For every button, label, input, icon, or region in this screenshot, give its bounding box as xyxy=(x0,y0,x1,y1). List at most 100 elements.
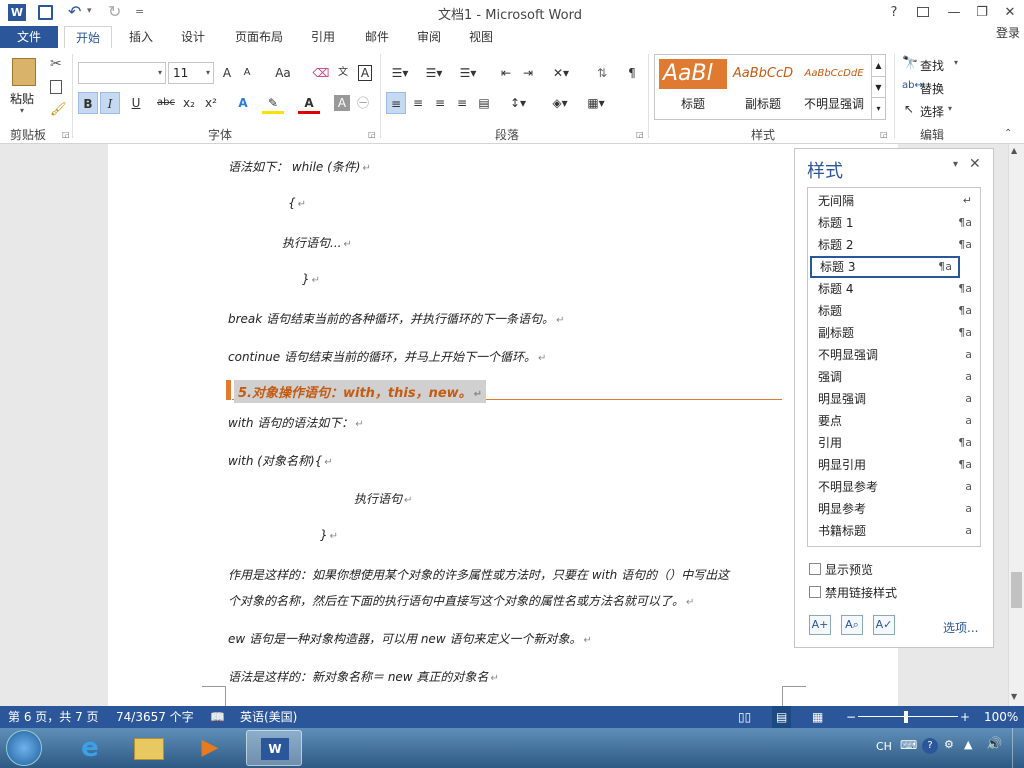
style-inspector-icon[interactable]: A⌕ xyxy=(841,615,863,635)
style-item[interactable]: 无间隔 ↵ xyxy=(810,190,978,212)
paste-dropdown-icon[interactable]: ▾ xyxy=(20,106,24,115)
scroll-down-icon[interactable]: ▼ xyxy=(1011,692,1017,701)
gallery-more-icon[interactable]: ▾ xyxy=(871,97,885,119)
style-item[interactable]: 副标题 ¶a xyxy=(810,322,978,344)
zoom-out-button[interactable]: − xyxy=(846,706,856,728)
bullets-icon[interactable]: ☰▾ xyxy=(386,62,414,84)
style-item[interactable]: 明显参考 a xyxy=(810,498,978,520)
help-button[interactable]: ? xyxy=(884,3,904,23)
media-player-taskbar-icon[interactable]: ▶ xyxy=(182,730,238,766)
font-launcher-icon[interactable]: ◲ xyxy=(368,130,376,139)
zoom-in-button[interactable]: + xyxy=(960,706,970,728)
style-item[interactable]: 标题 1 ¶a xyxy=(810,212,978,234)
word-count[interactable]: 74/3657 个字 xyxy=(116,706,194,728)
style-item[interactable]: 要点 a xyxy=(810,410,978,432)
start-button-icon[interactable] xyxy=(6,730,42,766)
select-dropdown-icon[interactable]: ▾ xyxy=(948,104,952,113)
style-gallery-item-title[interactable]: AaBl 标题 xyxy=(659,59,727,115)
styles-launcher-icon[interactable]: ◲ xyxy=(880,130,888,139)
style-item[interactable]: 标题 ¶a xyxy=(810,300,978,322)
tab-design[interactable]: 设计 xyxy=(172,26,214,48)
style-item[interactable]: 不明显参考 a xyxy=(810,476,978,498)
select-button[interactable]: 选择 xyxy=(920,103,944,120)
style-item-selected[interactable]: 标题 3 ¶a xyxy=(810,256,960,278)
save-icon[interactable] xyxy=(38,5,53,20)
tray-settings-icon[interactable]: ⚙ xyxy=(944,738,954,751)
word-taskbar-icon[interactable]: W xyxy=(246,730,302,766)
pane-menu-icon[interactable]: ▾ xyxy=(953,159,958,170)
volume-icon[interactable]: 🔊 xyxy=(986,737,1002,752)
scroll-thumb[interactable] xyxy=(1011,572,1022,608)
word-logo-icon[interactable]: W xyxy=(8,4,26,21)
borders-icon[interactable]: ▦▾ xyxy=(582,92,610,114)
shading-icon[interactable]: ◈▾ xyxy=(546,92,574,114)
tab-insert[interactable]: 插入 xyxy=(120,26,162,48)
align-left-icon[interactable]: ≡ xyxy=(386,92,406,114)
clear-formatting-icon[interactable]: ⌫ xyxy=(312,62,330,84)
subscript-button[interactable]: x₂ xyxy=(180,92,198,114)
paste-icon[interactable] xyxy=(12,58,36,86)
keyboard-icon[interactable]: ⌨ xyxy=(900,738,917,752)
chinese-layout-icon[interactable]: ✕▾ xyxy=(548,62,574,84)
enclose-characters-icon[interactable]: ㊀ xyxy=(354,92,372,114)
align-right-icon[interactable]: ≡ xyxy=(430,92,450,114)
find-button[interactable]: 查找 xyxy=(920,57,944,74)
show-desktop-button[interactable] xyxy=(1012,728,1024,768)
replace-button[interactable]: 替换 xyxy=(920,80,944,97)
document-page[interactable]: 语法如下： while (条件) ↵ {↵ 执行语句... ↵ } ↵ break 语… xyxy=(108,144,898,706)
disable-linked-checkbox[interactable] xyxy=(809,586,821,598)
collapse-ribbon-icon[interactable]: ⌃ xyxy=(1004,128,1012,139)
minimize-button[interactable]: — xyxy=(942,3,966,23)
scroll-up-icon[interactable]: ▲ xyxy=(1011,146,1017,155)
style-item[interactable]: 明显强调 a xyxy=(810,388,978,410)
paste-button[interactable]: 粘贴 xyxy=(10,90,34,107)
italic-button[interactable]: I xyxy=(100,92,120,114)
paragraph-launcher-icon[interactable]: ◲ xyxy=(636,130,644,139)
increase-indent-icon[interactable]: ⇥ xyxy=(518,62,538,84)
style-gallery-item-subtitle[interactable]: AaBbCcD 副标题 xyxy=(729,59,797,115)
tab-references[interactable]: 引用 xyxy=(302,26,344,48)
style-item[interactable]: 标题 2 ¶a xyxy=(810,234,978,256)
select-icon[interactable]: ↖ xyxy=(904,102,914,116)
manage-styles-icon[interactable]: A✓ xyxy=(873,615,895,635)
ie-taskbar-icon[interactable]: e xyxy=(62,730,118,766)
font-size-combo[interactable]: 11 ▾ xyxy=(168,62,214,84)
tab-mailings[interactable]: 邮件 xyxy=(356,26,398,48)
highlight-color-icon[interactable]: ✎ xyxy=(262,92,284,114)
new-style-icon[interactable]: A+ xyxy=(809,615,831,635)
character-shading-icon[interactable]: A xyxy=(334,95,350,111)
tab-file[interactable]: 文件 xyxy=(0,26,58,48)
clipboard-launcher-icon[interactable]: ◲ xyxy=(62,130,70,139)
change-case-button[interactable]: Aa xyxy=(268,62,298,84)
help-tray-icon[interactable]: ? xyxy=(922,738,938,754)
read-mode-icon[interactable]: ▯▯ xyxy=(738,706,751,728)
tray-expand-icon[interactable]: ▲ xyxy=(964,738,972,751)
find-icon[interactable]: 🔭 xyxy=(902,56,918,71)
zoom-level[interactable]: 100% xyxy=(984,706,1018,728)
style-item[interactable]: 强调 a xyxy=(810,366,978,388)
language-indicator[interactable]: 英语(美国) xyxy=(240,706,297,728)
page-indicator[interactable]: 第 6 页，共 7 页 xyxy=(8,706,99,728)
gallery-scroll-up-icon[interactable]: ▲ xyxy=(871,55,885,76)
undo-dropdown-icon[interactable]: ▾ xyxy=(87,6,92,16)
superscript-button[interactable]: x² xyxy=(202,92,220,114)
style-item[interactable]: 标题 4 ¶a xyxy=(810,278,978,300)
zoom-slider-thumb[interactable] xyxy=(904,711,908,723)
close-icon[interactable]: ✕ xyxy=(969,156,981,172)
shrink-font-button[interactable]: A xyxy=(238,62,256,84)
show-marks-icon[interactable]: ¶ xyxy=(622,62,642,84)
show-preview-checkbox[interactable] xyxy=(809,563,821,575)
vertical-scrollbar[interactable]: ▲ ▼ xyxy=(1008,144,1024,706)
strikethrough-button[interactable]: abc xyxy=(156,92,176,114)
font-name-combo[interactable]: ▾ xyxy=(78,62,166,84)
phonetic-guide-icon[interactable]: 文 xyxy=(334,62,352,84)
style-item[interactable]: 明显引用 ¶a xyxy=(810,454,978,476)
numbering-icon[interactable]: ☰▾ xyxy=(420,62,448,84)
copy-icon[interactable] xyxy=(50,80,62,94)
tab-home[interactable]: 开始 xyxy=(64,26,112,48)
style-item[interactable]: 引用 ¶a xyxy=(810,432,978,454)
distributed-icon[interactable]: ▤ xyxy=(474,92,494,114)
options-link[interactable]: 选项... xyxy=(943,619,978,636)
tab-view[interactable]: 视图 xyxy=(460,26,502,48)
explorer-taskbar-icon[interactable] xyxy=(122,730,178,766)
